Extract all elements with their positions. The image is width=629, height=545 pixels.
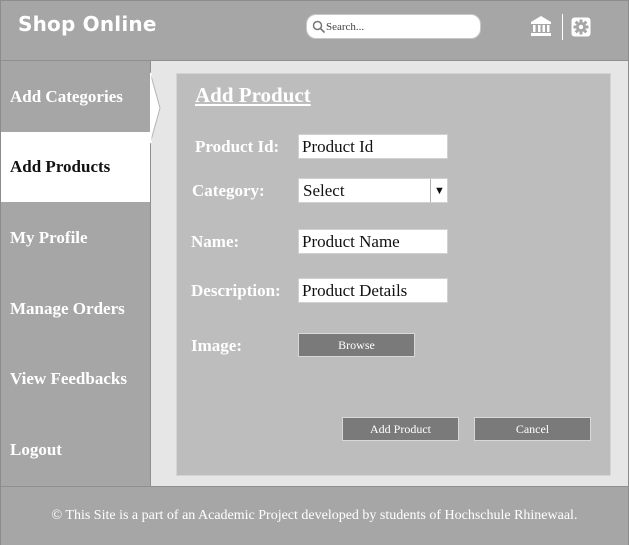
description-label: Description: xyxy=(191,281,281,300)
sidebar-item-my-profile[interactable]: My Profile xyxy=(1,203,150,273)
sidebar-item-add-categories[interactable]: Add Categories xyxy=(1,62,150,132)
search-input[interactable] xyxy=(326,18,474,35)
add-product-button[interactable]: Add Product xyxy=(342,417,459,441)
sidebar-item-add-products[interactable]: Add Products xyxy=(1,132,150,202)
app-window: Shop Online Search... Add Categories Add… xyxy=(0,0,629,545)
footer-text: © This Site is a part of an Academic Pro… xyxy=(51,508,578,523)
sidebar-nav: Add Categories Add Products My Profile M… xyxy=(1,61,151,486)
bank-icon[interactable] xyxy=(530,15,552,37)
category-select[interactable]: Select ▼ xyxy=(298,178,448,203)
form-title: Add Product xyxy=(195,83,311,107)
description-field[interactable] xyxy=(298,278,448,303)
gear-icon[interactable] xyxy=(571,17,591,37)
browse-button[interactable]: Browse xyxy=(298,333,415,357)
cancel-button[interactable]: Cancel xyxy=(474,417,591,441)
chevron-down-icon: ▼ xyxy=(434,185,445,197)
search-box[interactable] xyxy=(306,14,481,39)
active-item-pointer xyxy=(150,72,161,144)
product-id-label: Product Id: xyxy=(195,137,280,156)
name-label: Name: xyxy=(191,232,240,251)
brand-logo[interactable]: Shop Online xyxy=(18,12,157,36)
header-bar: Shop Online xyxy=(1,1,628,61)
category-select-value: Select xyxy=(303,181,345,200)
footer-bar: © This Site is a part of an Academic Pro… xyxy=(1,486,628,545)
product-id-field[interactable] xyxy=(298,134,448,159)
category-label: Category: xyxy=(192,181,265,200)
image-label: Image: xyxy=(191,336,242,355)
product-name-field[interactable] xyxy=(298,229,448,254)
select-divider xyxy=(430,179,431,202)
header-divider xyxy=(562,14,563,40)
search-icon xyxy=(312,20,326,34)
sidebar-item-logout[interactable]: Logout xyxy=(1,415,150,485)
add-product-panel: Add Product Product Id: Category: Select… xyxy=(176,73,611,476)
sidebar-item-manage-orders[interactable]: Manage Orders xyxy=(1,274,150,344)
sidebar-item-view-feedbacks[interactable]: View Feedbacks xyxy=(1,344,150,414)
